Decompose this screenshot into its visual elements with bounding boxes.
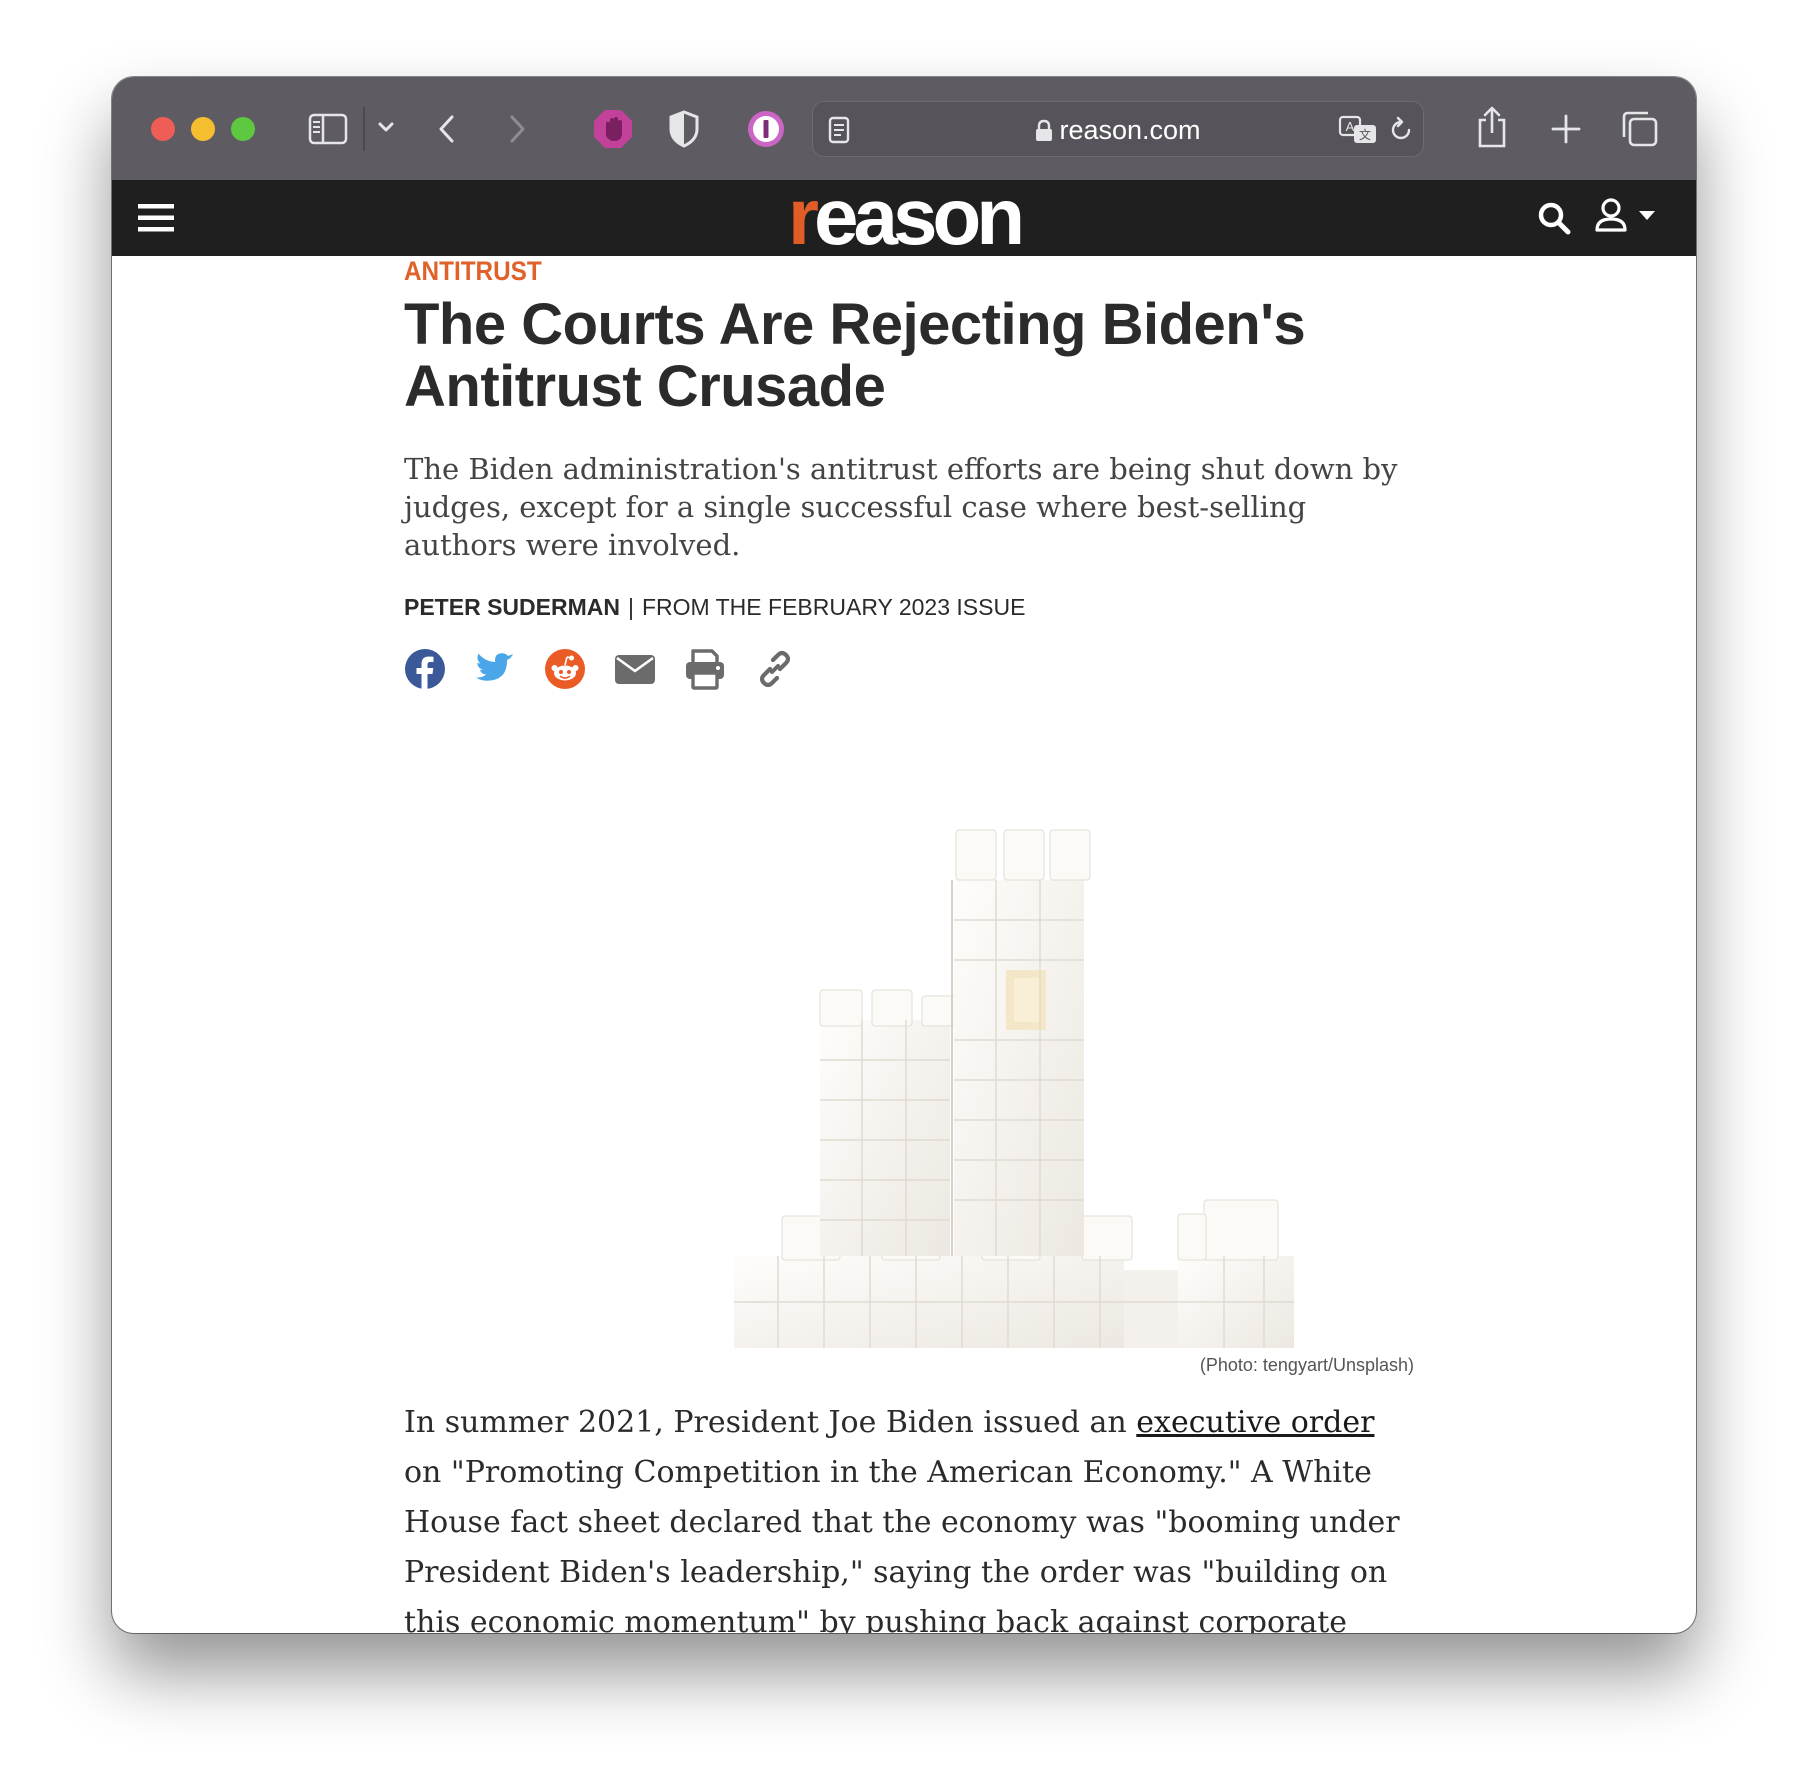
article-dek: The Biden administration's antitrust eff… — [404, 452, 1398, 562]
forward-icon[interactable] — [506, 113, 528, 145]
issue-link[interactable]: FROM THE FEBRUARY 2023 ISSUE — [642, 594, 1025, 620]
article-headline: The Courts Are Rejecting Biden's Antitru… — [404, 292, 1306, 419]
site-logo[interactable]: reason — [112, 174, 1696, 260]
email-icon[interactable] — [614, 648, 656, 690]
shield-icon[interactable] — [668, 109, 700, 149]
article-kicker[interactable]: ANTITRUST — [404, 256, 542, 287]
url-text: reason.com — [813, 102, 1423, 158]
browser-window: reason.com A 文 reason ANTITRUST The Cour… — [112, 77, 1696, 1633]
lock-icon — [1036, 119, 1053, 141]
translate-icon[interactable]: A 文 — [1338, 115, 1378, 145]
address-bar[interactable]: reason.com A 文 — [812, 101, 1424, 157]
print-icon[interactable] — [684, 648, 726, 690]
byline: PETER SUDERMAN | FROM THE FEBRUARY 2023 IS… — [404, 594, 1025, 621]
account-icon[interactable] — [1594, 196, 1628, 236]
minimize-window-button[interactable] — [191, 117, 215, 141]
back-icon[interactable] — [436, 113, 458, 145]
twitter-icon[interactable] — [474, 648, 516, 690]
toolbar-divider — [363, 107, 365, 151]
new-tab-icon[interactable] — [1550, 113, 1582, 145]
zoom-window-button[interactable] — [231, 117, 255, 141]
svg-text:A: A — [1346, 119, 1355, 134]
facebook-icon[interactable] — [404, 648, 446, 690]
share-icon[interactable] — [1475, 105, 1509, 149]
chevron-down-icon[interactable] — [376, 121, 396, 135]
executive-order-link[interactable]: executive order — [1136, 1405, 1374, 1440]
author-link[interactable]: PETER SUDERMAN — [404, 594, 620, 620]
adblock-hand-icon[interactable] — [593, 109, 633, 149]
byline-separator: | — [627, 594, 634, 620]
search-icon[interactable] — [1536, 200, 1572, 236]
body-text-intro: In summer 2021, President Joe Biden issu… — [404, 1405, 1137, 1440]
article-photo[interactable] — [734, 820, 1294, 1348]
svg-text:文: 文 — [1359, 127, 1371, 142]
photo-caption: (Photo: tengyart/Unsplash) — [1199, 1355, 1414, 1375]
close-window-button[interactable] — [151, 117, 175, 141]
site-nav-bar: reason — [112, 174, 1696, 260]
browser-toolbar: reason.com A 文 — [112, 77, 1696, 181]
password-manager-icon[interactable] — [746, 109, 786, 149]
article-body-paragraph: In summer 2021, President Joe Biden issu… — [404, 1398, 1414, 1633]
body-text-rest: on "Promoting Competition in the America… — [404, 1455, 1400, 1633]
link-icon[interactable] — [754, 648, 796, 690]
tab-overview-icon[interactable] — [1620, 109, 1660, 149]
url-label: reason.com — [1059, 115, 1201, 145]
reddit-icon[interactable] — [544, 648, 586, 690]
caret-down-icon[interactable] — [1638, 210, 1656, 222]
sidebar-icon[interactable] — [308, 113, 348, 145]
reload-icon[interactable] — [1387, 116, 1415, 144]
